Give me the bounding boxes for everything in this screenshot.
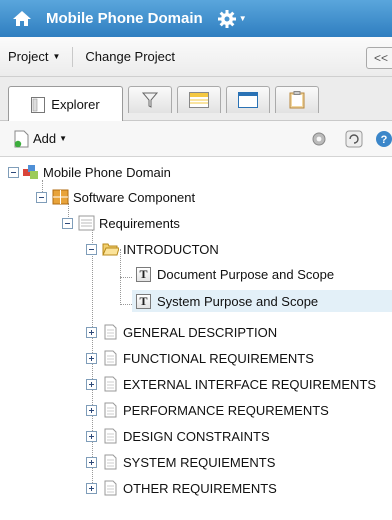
chevron-down-icon: ▼ xyxy=(59,134,68,143)
filter-icon xyxy=(141,92,159,108)
project-tree: Mobile Phone Domain Software Component R… xyxy=(0,157,392,520)
tree-node-requirements[interactable]: Requirements xyxy=(62,212,180,234)
tab-filter[interactable] xyxy=(128,86,172,113)
component-icon xyxy=(52,189,69,205)
view-tabs: Explorer xyxy=(0,77,392,122)
explorer-toolbar: Add ▼ ? xyxy=(0,121,392,157)
expand-toggle[interactable] xyxy=(86,378,97,390)
collapse-panel-button[interactable]: << xyxy=(366,47,392,69)
tree-node-label: Requirements xyxy=(99,215,180,231)
open-folder-icon xyxy=(102,243,119,256)
tree-connector xyxy=(120,304,132,305)
tree-node-section[interactable]: GENERAL DESCRIPTION xyxy=(86,321,277,343)
tree-node-label: FUNCTIONAL REQUIREMENTS xyxy=(123,350,314,366)
tree-node-introduction[interactable]: INTRODUCTON xyxy=(86,238,219,260)
tree-node-root[interactable]: Mobile Phone Domain xyxy=(8,161,171,183)
chevron-down-icon[interactable]: ▼ xyxy=(239,14,247,23)
project-menu[interactable]: Project ▼ xyxy=(8,49,60,64)
tree-node-label: OTHER REQUIREMENTS xyxy=(123,480,277,496)
tree-node-system-purpose[interactable]: T System Purpose and Scope xyxy=(132,290,392,312)
svg-text:?: ? xyxy=(381,134,388,146)
expand-toggle[interactable] xyxy=(86,352,97,364)
table-icon xyxy=(189,92,209,108)
expand-toggle[interactable] xyxy=(86,404,97,416)
tree-node-label: EXTERNAL INTERFACE REQUIREMENTS xyxy=(123,376,377,392)
clipboard-icon xyxy=(289,91,305,109)
document-icon xyxy=(104,428,117,444)
tree-node-section[interactable]: EXTERNAL INTERFACE REQUIREMENTS xyxy=(86,373,376,395)
tree-node-label: GENERAL DESCRIPTION xyxy=(123,324,278,340)
settings-icon[interactable] xyxy=(310,130,328,148)
tab-clipboard[interactable] xyxy=(275,86,319,113)
chevron-down-icon: ▼ xyxy=(52,52,61,61)
tab-table[interactable] xyxy=(177,86,221,113)
tree-node-label: Mobile Phone Domain xyxy=(43,164,171,180)
tree-node-section[interactable]: PERFORMANCE REQUREMENTS xyxy=(86,399,329,421)
help-icon[interactable]: ? xyxy=(375,130,392,148)
expand-toggle[interactable] xyxy=(86,482,97,494)
document-icon xyxy=(104,376,117,392)
app-title: Mobile Phone Domain xyxy=(46,10,203,27)
text-item-icon: T xyxy=(136,293,151,309)
collapse-toggle[interactable] xyxy=(8,166,19,178)
tree-node-section[interactable]: SYSTEM REQUIEMENTS xyxy=(86,451,275,473)
tab-explorer-label: Explorer xyxy=(51,97,100,112)
new-document-icon xyxy=(14,130,29,147)
tab-explorer[interactable]: Explorer xyxy=(8,86,123,122)
tree-node-label: System Purpose and Scope xyxy=(157,293,319,309)
expand-toggle[interactable] xyxy=(86,456,97,468)
tree-connector xyxy=(120,277,132,278)
document-icon xyxy=(104,480,117,496)
tree-node-label: INTRODUCTON xyxy=(123,241,219,257)
tree-node-software-component[interactable]: Software Component xyxy=(36,186,195,208)
document-icon xyxy=(104,402,117,418)
tree-node-label: PERFORMANCE REQUREMENTS xyxy=(123,402,329,418)
gear-icon[interactable] xyxy=(217,9,237,29)
home-icon[interactable] xyxy=(12,9,32,29)
tree-node-section[interactable]: OTHER REQUIREMENTS xyxy=(86,477,277,499)
add-button[interactable]: Add ▼ xyxy=(14,130,67,148)
tree-node-label: Software Component xyxy=(73,189,196,205)
change-project-button[interactable]: Change Project xyxy=(85,49,175,64)
tree-node-section[interactable]: DESIGN CONSTRAINTS xyxy=(86,425,270,447)
domain-icon xyxy=(23,165,38,179)
text-item-icon: T xyxy=(136,266,151,282)
project-bar: Project ▼ Change Project << xyxy=(0,37,392,77)
explorer-icon xyxy=(31,96,46,113)
project-menu-label: Project xyxy=(8,49,49,64)
expand-toggle[interactable] xyxy=(86,326,97,338)
form-icon xyxy=(238,92,258,108)
divider xyxy=(72,46,74,67)
document-icon xyxy=(104,324,117,340)
add-button-label: Add xyxy=(33,131,57,146)
expand-toggle[interactable] xyxy=(86,430,97,442)
tree-node-label: SYSTEM REQUIEMENTS xyxy=(123,454,276,470)
collapse-toggle[interactable] xyxy=(62,217,73,229)
tree-node-label: DESIGN CONSTRAINTS xyxy=(123,428,270,444)
document-icon xyxy=(104,350,117,366)
app-header: Mobile Phone Domain ▼ xyxy=(0,0,392,37)
collapse-toggle[interactable] xyxy=(86,243,97,255)
tree-node-label: Document Purpose and Scope xyxy=(157,266,335,282)
tree-node-document-purpose[interactable]: T Document Purpose and Scope xyxy=(136,263,334,285)
collapse-toggle[interactable] xyxy=(36,191,47,203)
tab-form[interactable] xyxy=(226,86,270,113)
refresh-icon[interactable] xyxy=(345,130,363,148)
document-icon xyxy=(104,454,117,470)
tree-node-section[interactable]: FUNCTIONAL REQUIREMENTS xyxy=(86,347,314,369)
requirements-icon xyxy=(78,215,95,231)
